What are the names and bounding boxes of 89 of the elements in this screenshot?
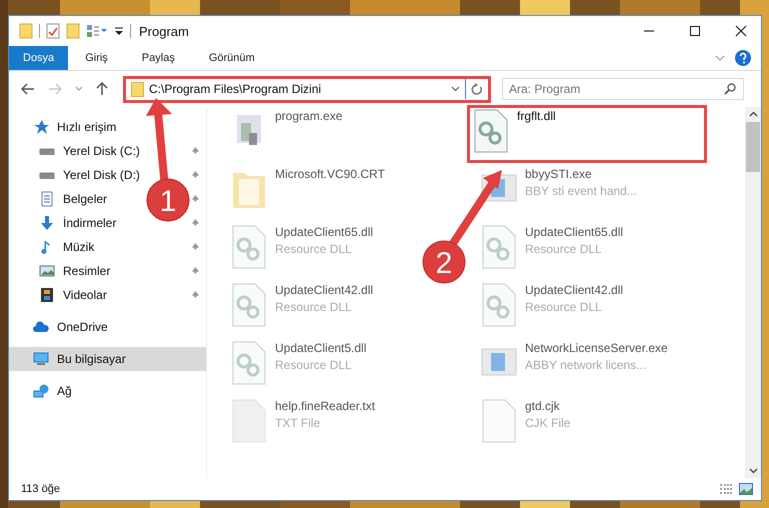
file-item[interactable]: NetworkLicenseServer.exe ABBY network licens... xyxy=(475,337,674,389)
folder-icon xyxy=(131,82,144,96)
file-icon xyxy=(481,399,517,443)
pin-icon[interactable] xyxy=(190,146,200,156)
window-title: Program xyxy=(139,24,189,38)
file-item[interactable]: UpdateClient42.dll Resource DLL xyxy=(475,279,630,331)
pin-icon[interactable] xyxy=(190,218,200,228)
file-item[interactable]: Microsoft.VC90.CRT xyxy=(225,163,391,215)
network-icon xyxy=(33,383,49,399)
document-icon xyxy=(39,191,55,207)
file-description: BBY sti event hand... xyxy=(525,184,637,198)
new-folder-icon[interactable] xyxy=(66,23,80,39)
nav-item[interactable]: İndirmeler xyxy=(9,211,120,235)
file-description: Resource DLL xyxy=(275,242,353,256)
gear-file-icon xyxy=(473,109,509,153)
ribbon-tab[interactable]: Giriş xyxy=(68,46,125,70)
file-description: Resource DLL xyxy=(275,358,353,372)
callout-badge: 2 xyxy=(422,240,466,284)
file-item[interactable]: gtd.cjk CJK File xyxy=(475,395,576,447)
pin-icon[interactable] xyxy=(190,266,200,276)
file-description: Resource DLL xyxy=(525,242,603,256)
nav-item[interactable]: Ağ xyxy=(9,379,206,403)
file-description: ABBY network licens... xyxy=(525,358,648,372)
nav-item[interactable]: Müzik xyxy=(9,235,98,259)
gear-file-icon xyxy=(481,283,517,327)
pin-icon[interactable] xyxy=(190,242,200,252)
scroll-thumb[interactable] xyxy=(746,122,760,172)
pin-icon[interactable] xyxy=(190,170,200,180)
file-item[interactable]: UpdateClient65.dll Resource DLL xyxy=(475,221,630,273)
expand-ribbon-icon[interactable] xyxy=(715,54,725,62)
film-icon xyxy=(39,287,55,303)
file-description: CJK File xyxy=(525,416,570,430)
scroll-down-icon[interactable] xyxy=(748,468,758,474)
maximize-icon[interactable] xyxy=(689,25,701,37)
up-arrow-icon[interactable] xyxy=(96,82,108,96)
file-item[interactable]: UpdateClient42.dll Resource DLL xyxy=(225,279,380,331)
file-description: Resource DLL xyxy=(275,300,353,314)
star-icon xyxy=(33,119,49,135)
back-arrow-icon[interactable] xyxy=(21,83,35,95)
recent-caret-icon[interactable] xyxy=(75,86,83,92)
pin-icon[interactable] xyxy=(190,290,200,300)
pin-icon[interactable] xyxy=(190,194,200,204)
gear-file-icon xyxy=(231,225,267,269)
nav-item[interactable]: Bu bilgisayar xyxy=(9,347,206,371)
scroll-up-icon[interactable] xyxy=(748,111,758,117)
drive-icon xyxy=(39,148,55,154)
scrollbar[interactable] xyxy=(745,107,761,478)
cloud-icon xyxy=(33,319,49,335)
refresh-icon[interactable] xyxy=(471,82,483,96)
file-description: Resource DLL xyxy=(525,300,603,314)
folder-icon[interactable] xyxy=(19,23,33,39)
ribbon-tab[interactable]: Paylaş xyxy=(124,46,192,70)
file-item[interactable]: UpdateClient65.dll Resource DLL xyxy=(225,221,380,273)
properties-icon[interactable] xyxy=(46,23,60,39)
search-icon xyxy=(724,83,736,95)
nav-item[interactable]: Hızlı erişim xyxy=(9,115,206,139)
image-icon xyxy=(39,263,55,279)
file-item[interactable]: help.fineReader.txt TXT File xyxy=(225,395,382,447)
gear-file-icon xyxy=(481,225,517,269)
details-view-icon[interactable] xyxy=(719,483,733,495)
gear-file-icon xyxy=(231,341,267,385)
address-bar[interactable]: C:\Program Files\Program Dizini xyxy=(123,76,491,102)
drive-icon xyxy=(39,172,55,178)
nav-item[interactable]: Belgeler xyxy=(9,187,112,211)
close-icon[interactable] xyxy=(735,25,747,37)
computer-icon xyxy=(33,351,49,367)
customize-caret-icon[interactable] xyxy=(114,25,124,37)
address-path: C:\Program Files\Program Dizini xyxy=(149,82,322,96)
nav-item[interactable]: Yerel Disk (D:) xyxy=(9,163,144,187)
nav-item[interactable]: Yerel Disk (C:) xyxy=(9,139,144,163)
nav-item[interactable]: Resimler xyxy=(9,259,114,283)
file-item[interactable]: frgflt.dll xyxy=(467,105,707,163)
callout-badge: 1 xyxy=(146,178,190,222)
file-item[interactable]: UpdateClient5.dll Resource DLL xyxy=(225,337,372,389)
gear-file-icon xyxy=(231,283,267,327)
search-field[interactable]: Ara: Program xyxy=(502,78,744,100)
item-count: 113 öğe xyxy=(21,483,60,495)
download-icon xyxy=(39,215,55,231)
nav-item[interactable]: Videolar xyxy=(9,283,111,307)
file-item[interactable]: program.exe xyxy=(225,105,348,157)
file-description: TXT File xyxy=(275,416,322,430)
history-caret-icon[interactable] xyxy=(451,86,460,92)
view-options-icon[interactable] xyxy=(86,24,108,38)
nav-item[interactable]: OneDrive xyxy=(9,315,206,339)
help-icon[interactable] xyxy=(735,50,751,66)
ribbon-tab[interactable]: Görünüm xyxy=(192,46,272,70)
file-icon xyxy=(231,399,267,443)
large-icons-view-icon[interactable] xyxy=(739,483,753,495)
ribbon-tab[interactable]: Dosya xyxy=(9,46,68,70)
